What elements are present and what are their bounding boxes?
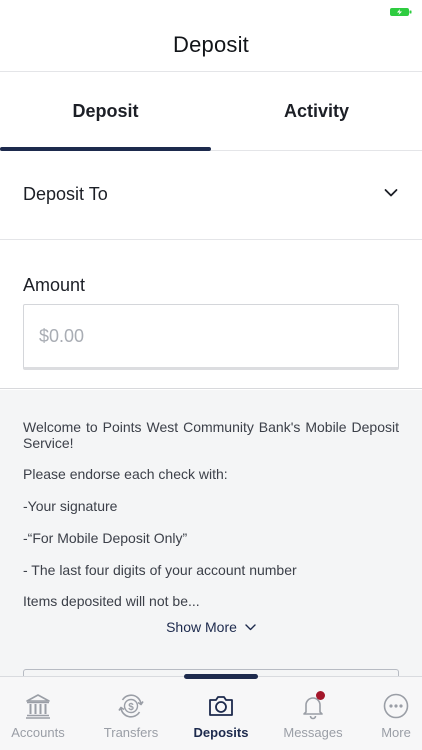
amount-label: Amount — [23, 275, 86, 295]
amount-section: Amount — [0, 241, 422, 389]
bottom-tab-bar: Accounts $ Transfers Deposits Messages M… — [0, 674, 422, 750]
status-bar — [0, 0, 422, 24]
battery-icon — [390, 8, 412, 16]
nav-more[interactable]: More — [370, 677, 422, 750]
nav-messages-label: Messages — [283, 725, 343, 740]
nav-deposits[interactable]: Deposits — [180, 677, 262, 750]
nav-messages[interactable]: Messages — [274, 677, 352, 750]
more-dots-icon — [383, 693, 409, 719]
page-title: Deposit — [173, 32, 249, 57]
deposit-to-label: Deposit To — [23, 184, 108, 204]
deposit-to-selector[interactable]: Deposit To — [0, 152, 422, 240]
tab-bar: Deposit Activity — [0, 73, 422, 151]
show-more-button[interactable]: Show More — [166, 619, 256, 635]
amount-input[interactable] — [23, 304, 399, 370]
nav-header: Deposit — [0, 24, 422, 72]
info-endorse-text: Please endorse each check with: — [23, 466, 228, 482]
info-last-four-text: - The last four digits of your account n… — [23, 562, 297, 578]
tab-activity[interactable]: Activity — [211, 73, 422, 151]
info-mobile-only-text: -“For Mobile Deposit Only” — [23, 530, 188, 546]
nav-transfers[interactable]: $ Transfers — [92, 677, 170, 750]
camera-icon — [209, 696, 233, 716]
active-tab-indicator — [0, 147, 211, 151]
nav-accounts-label: Accounts — [11, 725, 65, 740]
nav-transfers-label: Transfers — [103, 725, 159, 740]
info-items-text: Items deposited will not be... — [23, 593, 200, 609]
chevron-down-icon — [245, 623, 256, 630]
messages-badge — [316, 691, 325, 700]
nav-accounts[interactable]: Accounts — [0, 677, 76, 750]
show-more-row: Show More — [0, 619, 422, 635]
svg-text:$: $ — [128, 702, 134, 713]
nav-more-label: More — [381, 725, 411, 740]
bank-icon — [26, 694, 50, 719]
show-more-label: Show More — [166, 619, 237, 635]
tab-deposit[interactable]: Deposit — [0, 73, 211, 151]
deposit-info-panel: Welcome to Points West Community Bank's … — [0, 390, 422, 683]
nav-deposits-label: Deposits — [193, 725, 249, 740]
chevron-down-icon — [384, 189, 398, 197]
info-welcome-text: Welcome to Points West Community Bank's … — [23, 419, 399, 451]
transfer-dollar-icon: $ — [118, 694, 144, 718]
info-signature-text: -Your signature — [23, 498, 118, 514]
